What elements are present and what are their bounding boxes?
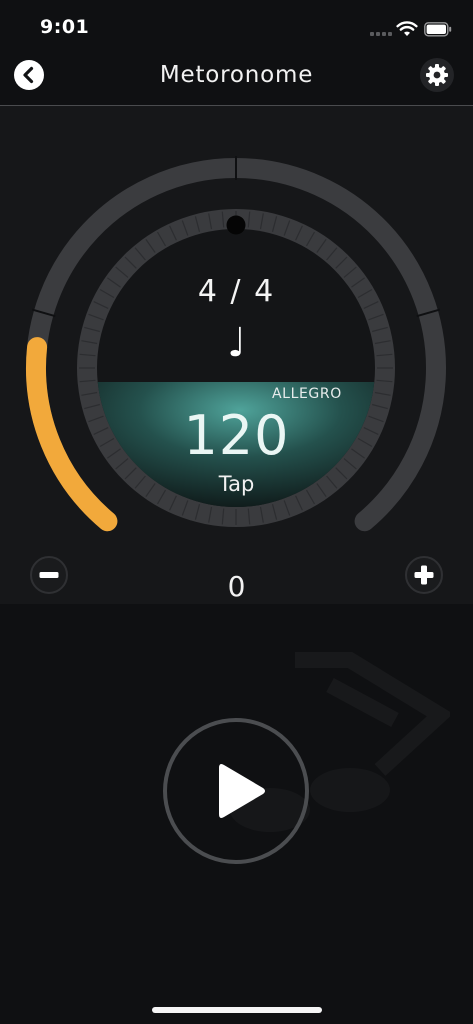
status-time: 9:01 — [40, 16, 90, 38]
tempo-marking: ALLEGRO — [272, 386, 342, 402]
settings-button[interactable] — [420, 58, 454, 92]
play-button[interactable] — [163, 718, 309, 864]
page-title: Metoronome — [159, 62, 314, 88]
increase-button[interactable] — [405, 556, 443, 594]
gear-icon — [426, 64, 448, 86]
note-value-icon[interactable]: ♩ — [0, 320, 473, 366]
play-icon — [219, 764, 265, 818]
cellular-signal-icon — [370, 30, 392, 36]
position-indicator-dot — [226, 215, 246, 235]
tempo-dial[interactable]: 4 / 4 ♩ ALLEGRO 120 Tap 0 — [0, 106, 473, 606]
battery-icon — [424, 22, 452, 37]
time-signature[interactable]: 4 / 4 — [0, 274, 473, 309]
wifi-icon — [396, 21, 418, 36]
navigation-bar: Metoronome — [0, 52, 473, 106]
tap-button[interactable]: Tap — [0, 472, 473, 496]
bpm-value: 120 — [183, 404, 290, 467]
plus-icon — [414, 565, 434, 585]
home-indicator — [152, 1007, 322, 1013]
status-bar: 9:01 — [0, 0, 473, 52]
beat-counter: 0 — [227, 570, 246, 603]
metronome-screen: 9:01 Metoronome 4 / 4 ♩ ALLEGRO 120 Tap … — [0, 0, 473, 1024]
